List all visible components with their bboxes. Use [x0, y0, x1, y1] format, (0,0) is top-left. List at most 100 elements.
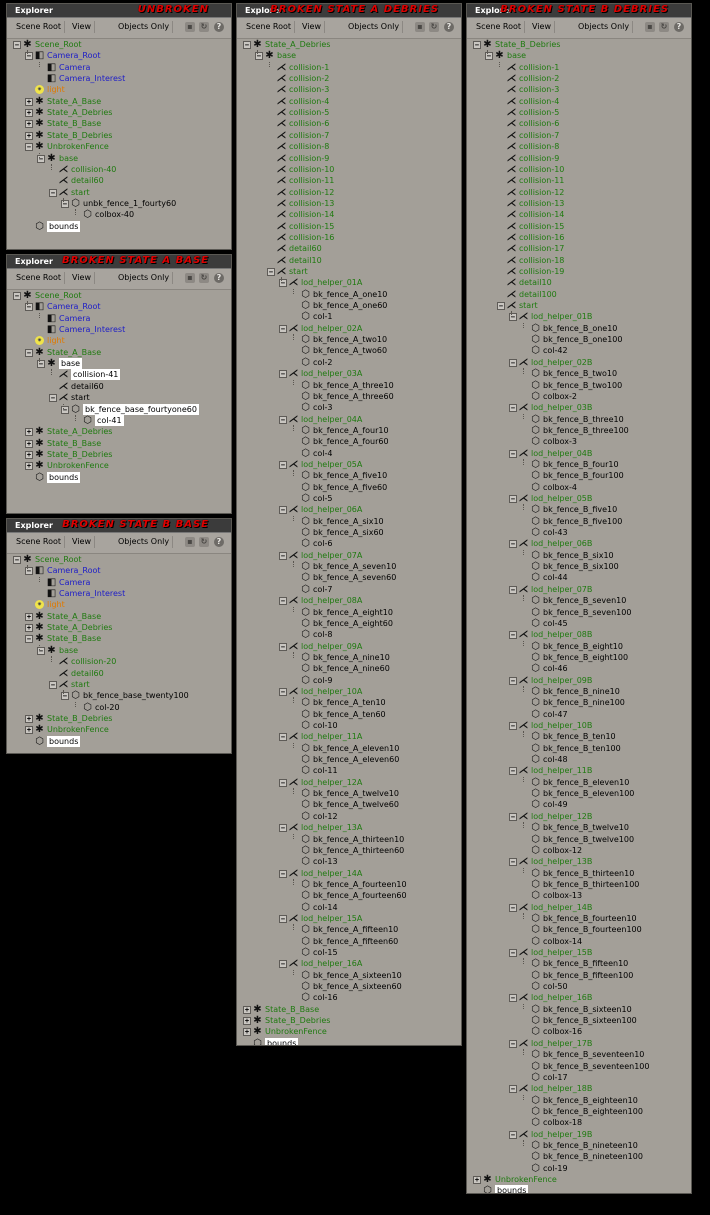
collapse-toggle[interactable]: −	[509, 812, 517, 821]
help-icon[interactable]: ?	[214, 273, 224, 283]
collapse-toggle[interactable]: −	[509, 903, 517, 912]
collapse-toggle[interactable]: −	[509, 722, 517, 730]
refresh-icon[interactable]: ↻	[199, 22, 209, 32]
expand-toggle[interactable]: +	[25, 109, 33, 118]
expand-toggle[interactable]: +	[25, 726, 33, 735]
collapse-toggle[interactable]: −	[279, 687, 287, 696]
help-icon[interactable]: ?	[444, 22, 454, 32]
collapse-toggle[interactable]: −	[13, 41, 21, 49]
help-icon[interactable]: ?	[214, 537, 224, 547]
tree-row-label: collision-3	[519, 85, 560, 95]
collapse-toggle[interactable]: −	[25, 348, 33, 357]
refresh-icon[interactable]: ↻	[659, 22, 669, 32]
expand-toggle[interactable]: +	[243, 1005, 251, 1014]
view-menu[interactable]: View	[69, 21, 95, 33]
collapse-toggle[interactable]: −	[509, 358, 517, 367]
collapse-toggle[interactable]: −	[509, 767, 517, 776]
collapse-toggle[interactable]: −	[509, 1130, 517, 1139]
objects-only-filter[interactable]: Objects Only	[115, 272, 174, 284]
collapse-toggle[interactable]: −	[279, 960, 287, 969]
collapse-toggle[interactable]: −	[279, 824, 287, 833]
view-menu[interactable]: View	[69, 272, 95, 284]
collapse-toggle[interactable]: −	[279, 370, 287, 379]
collapse-toggle[interactable]: −	[13, 292, 21, 300]
tree-row-label: collision-14	[289, 210, 335, 220]
collapse-toggle[interactable]: −	[49, 680, 57, 689]
tree-row-label: col-8	[313, 630, 333, 640]
collapse-toggle[interactable]: −	[279, 460, 287, 469]
expand-toggle[interactable]: +	[25, 120, 33, 129]
collapse-toggle[interactable]: −	[509, 949, 517, 957]
tree-row-label: light	[47, 85, 65, 95]
refresh-icon[interactable]: ↻	[199, 273, 209, 283]
collapse-toggle[interactable]: −	[509, 449, 517, 458]
collapse-toggle[interactable]: −	[509, 631, 517, 640]
expand-toggle[interactable]: +	[25, 612, 33, 621]
refresh-icon[interactable]: ↻	[199, 537, 209, 547]
collapse-toggle[interactable]: −	[279, 506, 287, 515]
collapse-toggle[interactable]: −	[25, 635, 33, 644]
scene-root-dropdown[interactable]: Scene Root	[13, 536, 66, 548]
collapse-toggle[interactable]: −	[509, 1085, 517, 1094]
collapse-toggle[interactable]: −	[509, 495, 517, 503]
collapse-toggle[interactable]: −	[509, 676, 517, 685]
expand-toggle[interactable]: +	[25, 450, 33, 459]
collapse-toggle[interactable]: −	[497, 302, 505, 311]
objects-only-filter[interactable]: Objects Only	[115, 536, 174, 548]
scene-root-dropdown[interactable]: Scene Root	[13, 272, 66, 284]
lock-icon[interactable]: ▪	[185, 22, 195, 32]
expand-toggle[interactable]: +	[25, 462, 33, 471]
lock-icon[interactable]: ▪	[415, 22, 425, 32]
collapse-toggle[interactable]: −	[473, 41, 481, 49]
expand-toggle[interactable]: +	[25, 624, 33, 633]
scene-root-dropdown[interactable]: Scene Root	[13, 21, 66, 33]
collapse-toggle[interactable]: −	[267, 268, 275, 276]
collapse-toggle[interactable]: −	[49, 188, 57, 197]
help-icon[interactable]: ?	[214, 22, 224, 32]
collapse-toggle[interactable]: −	[509, 858, 517, 867]
expand-toggle[interactable]: +	[25, 428, 33, 437]
scene-root-dropdown[interactable]: Scene Root	[243, 21, 296, 33]
expand-toggle[interactable]: +	[473, 1176, 481, 1184]
collapse-toggle[interactable]: −	[49, 394, 57, 403]
tree-row-label: bk_fence_A_one10	[313, 289, 388, 299]
collapse-toggle[interactable]: −	[279, 914, 287, 923]
scene-root-dropdown[interactable]: Scene Root	[473, 21, 526, 33]
collapse-toggle[interactable]: −	[509, 994, 517, 1003]
tree-row-label: bk_fence_A_one60	[313, 301, 388, 311]
expand-toggle[interactable]: +	[243, 1028, 251, 1037]
view-menu[interactable]: View	[69, 536, 95, 548]
collapse-toggle[interactable]: −	[279, 778, 287, 787]
expand-toggle[interactable]: +	[243, 1017, 251, 1026]
collapse-toggle[interactable]: −	[509, 1039, 517, 1048]
collapse-toggle[interactable]: −	[279, 642, 287, 651]
collapse-toggle[interactable]: −	[243, 41, 251, 49]
collapse-toggle[interactable]: −	[509, 585, 517, 594]
expand-toggle[interactable]: +	[25, 97, 33, 106]
view-menu[interactable]: View	[529, 21, 555, 33]
refresh-icon[interactable]: ↻	[429, 22, 439, 32]
collapse-toggle[interactable]: −	[509, 540, 517, 549]
collapse-toggle[interactable]: −	[279, 869, 287, 878]
collapse-toggle[interactable]: −	[279, 415, 287, 424]
tree-row-label: bk_fence_B_four100	[543, 471, 624, 481]
collapse-toggle[interactable]: −	[13, 556, 21, 564]
objects-only-filter[interactable]: Objects Only	[115, 21, 174, 33]
view-menu[interactable]: View	[299, 21, 325, 33]
collapse-toggle[interactable]: −	[279, 551, 287, 560]
null-icon: ⋌	[518, 583, 529, 595]
help-icon[interactable]: ?	[674, 22, 684, 32]
collapse-toggle[interactable]: −	[25, 143, 33, 152]
objects-only-filter[interactable]: Objects Only	[345, 21, 404, 33]
collapse-toggle[interactable]: −	[509, 404, 517, 413]
collapse-toggle[interactable]: −	[279, 597, 287, 606]
expand-toggle[interactable]: +	[25, 714, 33, 723]
lock-icon[interactable]: ▪	[645, 22, 655, 32]
lock-icon[interactable]: ▪	[185, 537, 195, 547]
collapse-toggle[interactable]: −	[279, 733, 287, 742]
lock-icon[interactable]: ▪	[185, 273, 195, 283]
expand-toggle[interactable]: +	[25, 439, 33, 448]
objects-only-filter[interactable]: Objects Only	[575, 21, 634, 33]
collapse-toggle[interactable]: −	[279, 324, 287, 333]
expand-toggle[interactable]: +	[25, 131, 33, 140]
